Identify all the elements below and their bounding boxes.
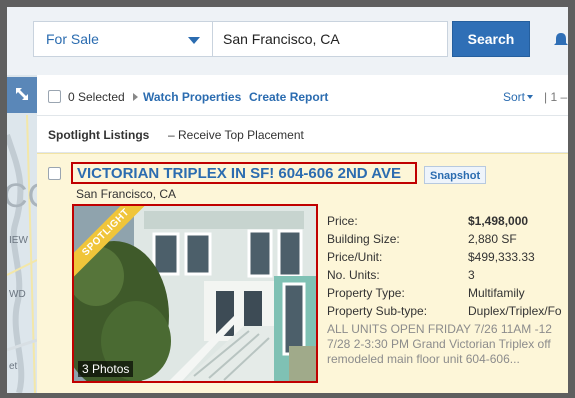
results-toolbar: 0 Selected Watch Properties Create Repor… xyxy=(37,75,568,116)
search-button[interactable]: Search xyxy=(452,21,530,57)
bell-icon[interactable] xyxy=(554,32,568,48)
selected-count: 0 Selected xyxy=(68,90,125,104)
spotlight-title: Spotlight Listings xyxy=(48,128,150,142)
description-line: 7/28 2-3:30 PM Grand Victorian Triplex o… xyxy=(327,337,551,351)
map-label-large: CC xyxy=(7,177,37,215)
map-roads xyxy=(7,114,37,393)
fact-label-property-subtype: Property Sub-type: xyxy=(327,304,428,318)
fact-value-price-per-unit: $499,333.33 xyxy=(468,250,535,264)
description-line: remodeled main floor unit 604-606... xyxy=(327,352,520,366)
sort-label: Sort xyxy=(503,90,526,104)
listing-checkbox[interactable] xyxy=(48,167,61,180)
fact-value-property-type: Multifamily xyxy=(468,286,525,300)
listing-location: San Francisco, CA xyxy=(76,187,177,201)
snapshot-button[interactable]: Snapshot xyxy=(424,166,487,184)
caret-right-icon[interactable] xyxy=(133,93,138,101)
results-list: 0 Selected Watch Properties Create Repor… xyxy=(37,75,568,393)
listing-photo[interactable]: SPOTLIGHT 3 Photos xyxy=(72,204,318,383)
app-window: For Sale Search CC IEW WD et 0 Selected xyxy=(7,7,568,393)
watch-properties-link[interactable]: Watch Properties xyxy=(143,90,241,104)
fact-value-units: 3 xyxy=(468,268,475,282)
search-bar: For Sale Search xyxy=(7,7,568,76)
fact-label-building-size: Building Size: xyxy=(327,232,400,246)
caret-down-icon xyxy=(527,95,534,100)
fact-value-property-subtype: Duplex/Triplex/Fo xyxy=(468,304,562,318)
listing-type-value: For Sale xyxy=(46,31,99,47)
map-panel[interactable]: CC IEW WD et xyxy=(7,75,37,393)
listing-card: VICTORIAN TRIPLEX IN SF! 604-606 2ND AVE… xyxy=(37,153,568,393)
fact-value-price: $1,498,000 xyxy=(468,214,529,228)
select-all-checkbox[interactable] xyxy=(48,90,61,103)
pagination: | 1 – xyxy=(544,90,568,104)
spotlight-subtitle: – Receive Top Placement xyxy=(168,128,304,142)
spotlight-header: Spotlight Listings – Receive Top Placeme… xyxy=(37,116,568,153)
listing-title-highlight: VICTORIAN TRIPLEX IN SF! 604-606 2ND AVE xyxy=(71,162,417,184)
chevron-down-icon xyxy=(188,37,200,44)
map-label: et xyxy=(9,361,18,372)
listing-title-link[interactable]: VICTORIAN TRIPLEX IN SF! 604-606 2ND AVE xyxy=(77,165,401,182)
listing-type-select[interactable]: For Sale xyxy=(33,21,213,57)
photo-count[interactable]: 3 Photos xyxy=(78,361,134,377)
listing-description: ALL UNITS OPEN FRIDAY 7/26 11AM -12 7/28… xyxy=(327,322,568,367)
fact-label-property-type: Property Type: xyxy=(327,286,405,300)
fact-label-price: Price: xyxy=(327,214,358,228)
fact-value-building-size: 2,880 SF xyxy=(468,232,517,246)
map-label: WD xyxy=(9,289,26,300)
fact-label-units: No. Units: xyxy=(327,268,380,282)
description-line: ALL UNITS OPEN FRIDAY 7/26 11AM -12 xyxy=(327,322,552,336)
sort-dropdown[interactable]: Sort xyxy=(503,90,535,104)
fact-label-price-per-unit: Price/Unit: xyxy=(327,250,383,264)
map-label: IEW xyxy=(9,235,28,246)
location-input[interactable] xyxy=(212,21,448,57)
create-report-link[interactable]: Create Report xyxy=(249,90,328,104)
